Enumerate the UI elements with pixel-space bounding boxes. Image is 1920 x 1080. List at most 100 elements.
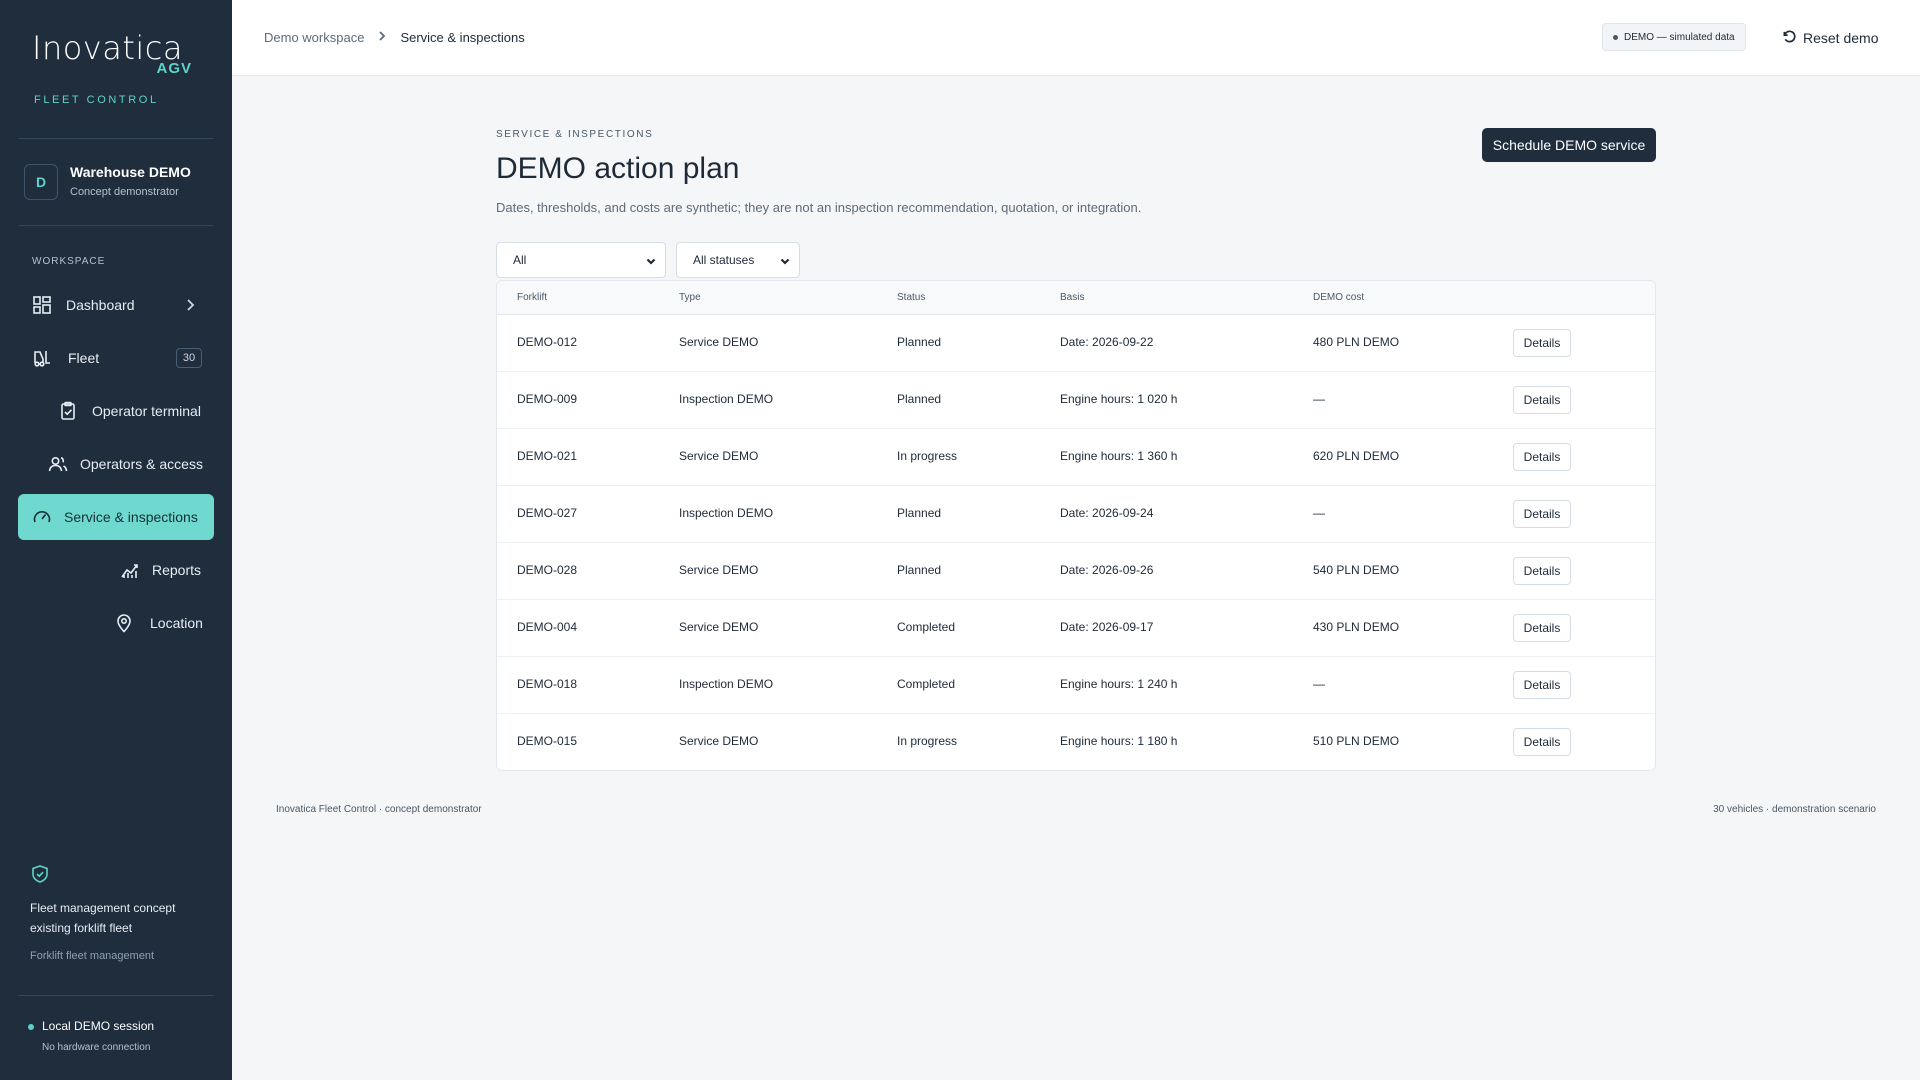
cell-status: Completed xyxy=(897,677,956,691)
sidebar-item-reports[interactable]: Reports xyxy=(18,547,214,593)
sidebar-item-label: Reports xyxy=(152,562,202,578)
cell-basis: Engine hours: 1 180 h xyxy=(1060,734,1178,748)
table-row: DEMO-009 Inspection DEMO Planned Engine … xyxy=(497,372,1655,429)
sidebar-divider xyxy=(18,995,214,996)
workspace-card[interactable]: D Warehouse DEMO Concept demonstrator xyxy=(24,162,214,202)
sidebar-item-service-inspections[interactable]: Service & inspections xyxy=(18,494,214,540)
table-row: DEMO-027 Inspection DEMO Planned Date: 2… xyxy=(497,486,1655,543)
gauge-icon xyxy=(32,507,52,527)
brand-suffix: AGV xyxy=(156,60,192,77)
status-filter-value: All statuses xyxy=(693,253,755,267)
cell-basis: Engine hours: 1 240 h xyxy=(1060,677,1178,691)
brand-tagline: FLEET CONTROL xyxy=(34,94,159,106)
status-dot xyxy=(1613,34,1618,40)
table-row: DEMO-028 Service DEMO Planned Date: 2026… xyxy=(497,543,1655,600)
cell-basis: Date: 2026-09-26 xyxy=(1060,563,1154,577)
sidebar-item-dashboard[interactable]: Dashboard xyxy=(18,282,214,328)
sidebar-item-location[interactable]: Location xyxy=(18,600,214,646)
topbar: Demo workspace Service & inspections DEM… xyxy=(232,0,1920,76)
details-button[interactable]: Details xyxy=(1513,386,1571,414)
column-header-basis: Basis xyxy=(1060,292,1085,303)
sidebar-item-label: Operators & access xyxy=(80,456,203,472)
sidebar-item-operators-access[interactable]: Operators & access xyxy=(18,441,214,487)
sidebar-item-label: Dashboard xyxy=(66,297,135,313)
cell-forklift: DEMO-004 xyxy=(517,620,578,634)
workspace-subtitle: Concept demonstrator xyxy=(70,186,179,198)
sidebar-divider xyxy=(18,138,214,139)
cell-status: Planned xyxy=(897,563,942,577)
cell-forklift: DEMO-027 xyxy=(517,506,578,520)
footer-left-text: Inovatica Fleet Control · concept demons… xyxy=(276,804,482,815)
cell-status: Planned xyxy=(897,506,942,520)
status-filter-select[interactable]: All statuses xyxy=(676,242,800,278)
sidebar-item-label: Service & inspections xyxy=(64,509,198,525)
details-button[interactable]: Details xyxy=(1513,728,1571,756)
page-description: Dates, thresholds, and costs are synthet… xyxy=(496,200,1142,215)
cell-type: Inspection DEMO xyxy=(679,506,774,520)
sidebar-item-fleet[interactable]: Fleet 30 xyxy=(18,335,214,381)
cell-forklift: DEMO-021 xyxy=(517,449,578,463)
cell-cost: 480 PLN DEMO xyxy=(1313,335,1400,349)
cell-status: Planned xyxy=(897,335,942,349)
cell-status: Completed xyxy=(897,620,956,634)
breadcrumb-link-workspace[interactable]: Demo workspace xyxy=(264,30,364,45)
chevron-down-icon xyxy=(779,255,791,267)
cell-cost: — xyxy=(1313,506,1325,520)
table-row: DEMO-015 Service DEMO In progress Engine… xyxy=(497,714,1655,770)
cell-cost: 430 PLN DEMO xyxy=(1313,620,1400,634)
sidebar-item-label: Location xyxy=(150,615,203,631)
session-title: Local DEMO session xyxy=(42,1019,155,1033)
reset-demo-button[interactable]: Reset demo xyxy=(1782,26,1878,50)
sidebar-item-operator-terminal[interactable]: Operator terminal xyxy=(18,388,214,434)
shield-check-icon xyxy=(30,864,50,884)
chart-icon xyxy=(120,560,140,580)
rotate-ccw-icon xyxy=(1782,29,1797,47)
reset-demo-label: Reset demo xyxy=(1803,30,1879,46)
sidebar: Inovatica AGV FLEET CONTROL D Warehouse … xyxy=(0,0,232,1080)
action-plan-table: Forklift Type Status Basis DEMO cost DEM… xyxy=(496,280,1656,771)
footer-right-text: 30 vehicles · demonstration scenario xyxy=(1713,804,1876,815)
demo-data-badge: DEMO — simulated data xyxy=(1602,23,1746,51)
sidebar-section-label: WORKSPACE xyxy=(32,256,106,267)
table-row: DEMO-012 Service DEMO Planned Date: 2026… xyxy=(497,315,1655,372)
cell-basis: Engine hours: 1 360 h xyxy=(1060,449,1178,463)
cell-cost: 510 PLN DEMO xyxy=(1313,734,1400,748)
fleet-count-badge: 30 xyxy=(176,348,202,368)
cell-forklift: DEMO-028 xyxy=(517,563,578,577)
map-pin-icon xyxy=(114,613,134,633)
brand-logo[interactable]: Inovatica AGV xyxy=(32,28,202,77)
column-header-forklift: Forklift xyxy=(517,292,547,303)
cell-status: Planned xyxy=(897,392,942,406)
page-title: DEMO action plan xyxy=(496,152,740,185)
column-header-status: Status xyxy=(897,292,926,303)
sidebar-item-label: Operator terminal xyxy=(92,403,201,419)
chevron-right-icon xyxy=(376,30,388,45)
cell-forklift: DEMO-012 xyxy=(517,335,578,349)
details-button[interactable]: Details xyxy=(1513,614,1571,642)
cell-type: Service DEMO xyxy=(679,563,759,577)
breadcrumb-current: Service & inspections xyxy=(400,30,525,45)
table-row: DEMO-004 Service DEMO Completed Date: 20… xyxy=(497,600,1655,657)
cell-basis: Date: 2026-09-17 xyxy=(1060,620,1154,634)
sidebar-footer-subtext: Forklift fleet management xyxy=(30,950,155,962)
cell-basis: Engine hours: 1 020 h xyxy=(1060,392,1178,406)
cell-cost: 620 PLN DEMO xyxy=(1313,449,1400,463)
details-button[interactable]: Details xyxy=(1513,443,1571,471)
workspace-avatar: D xyxy=(24,164,58,200)
session-status-dot xyxy=(28,1024,34,1030)
details-button[interactable]: Details xyxy=(1513,557,1571,585)
workspace-name: Warehouse DEMO xyxy=(70,164,191,180)
breadcrumb: Demo workspace Service & inspections xyxy=(264,30,525,45)
column-header-cost: DEMO cost xyxy=(1313,292,1365,303)
table-header: Forklift Type Status Basis DEMO cost xyxy=(497,281,1655,315)
users-icon xyxy=(48,454,68,474)
sidebar-item-label: Fleet xyxy=(68,350,100,366)
details-button[interactable]: Details xyxy=(1513,671,1571,699)
cell-type: Inspection DEMO xyxy=(679,392,774,406)
cell-type: Inspection DEMO xyxy=(679,677,774,691)
details-button[interactable]: Details xyxy=(1513,329,1571,357)
schedule-service-button[interactable]: Schedule DEMO service xyxy=(1482,128,1656,162)
type-filter-select[interactable]: All xyxy=(496,242,666,278)
details-button[interactable]: Details xyxy=(1513,500,1571,528)
cell-status: In progress xyxy=(897,449,958,463)
